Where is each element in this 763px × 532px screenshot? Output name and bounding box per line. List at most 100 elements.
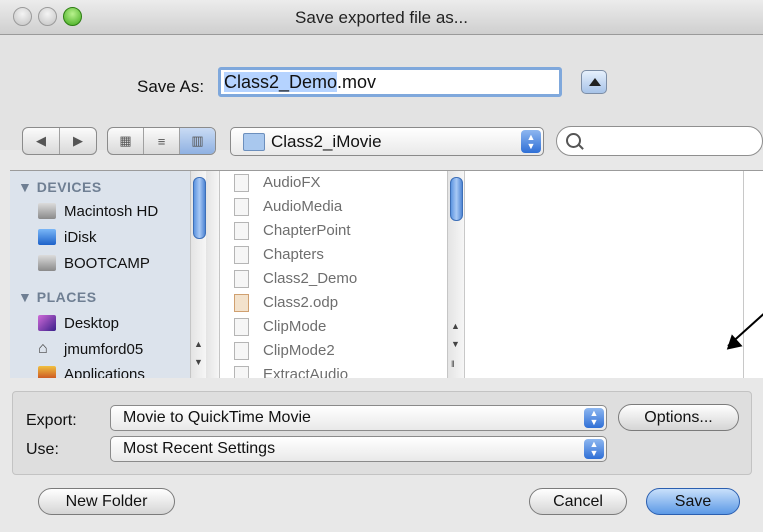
file-item[interactable]: ClipMode [234,315,326,338]
file-item[interactable]: Class2_Demo [234,267,357,290]
back-forward-control: ◀ ▶ [22,127,97,155]
imovie-project-icon [234,269,249,288]
view-mode-control: ▦ ≡ ▥ [107,127,216,155]
list-view-button[interactable]: ≡ [144,128,180,154]
export-format-value: Movie to QuickTime Movie [123,409,311,426]
document-icon [234,317,249,336]
columns-icon: ▥ [191,133,204,148]
sidebar-item-label: BOOTCAMP [64,254,150,272]
file-name: AudioMedia [263,198,343,215]
sidebar-item-label: iDisk [64,228,97,246]
resize-handle-icon[interactable]: ‖ [451,359,455,369]
file-name: ClipMode [263,318,327,335]
triangle-up-icon [589,78,601,86]
title-bar: Save exported file as... [0,0,763,35]
sidebar-item-label: Macintosh HD [64,202,159,220]
file-column-scrollbar[interactable] [206,171,220,378]
empty-column [465,171,744,378]
document-icon [234,365,249,378]
sidebar-item-applications[interactable]: Applications [38,363,145,378]
file-scrollbar[interactable]: ▲ ▼ ‖ [447,171,464,378]
scroll-down-arrow-icon[interactable]: ▼ [194,357,203,367]
scroll-up-arrow-icon[interactable]: ▲ [194,339,203,349]
document-icon [234,245,249,264]
search-icon [566,133,581,148]
document-icon [234,341,249,360]
file-name: ClipMode2 [263,342,335,359]
scroll-down-arrow-icon[interactable]: ▼ [451,339,460,349]
use-settings-popup[interactable]: Most Recent Settings ▲ ▼ [110,436,607,462]
sidebar: ▼ DEVICES Macintosh HD iDisk BOOTCAMP ▼ … [10,171,207,378]
file-item[interactable]: ChapterPoint [234,219,351,242]
file-item[interactable]: AudioMedia [234,195,342,218]
file-item[interactable]: ExtractAudio [234,363,348,378]
use-settings-value: Most Recent Settings [123,440,276,457]
filename-extension: .mov [337,72,377,92]
document-icon [234,221,249,240]
file-name: Chapters [263,246,324,263]
sidebar-item-label: Applications [64,365,145,379]
file-item[interactable]: Chapters [234,243,324,266]
icon-view-button[interactable]: ▦ [108,128,144,154]
sidebar-item-bootcamp[interactable]: BOOTCAMP [38,252,150,274]
forward-arrow-icon: ▶ [73,133,83,148]
file-browser: ▼ DEVICES Macintosh HD iDisk BOOTCAMP ▼ … [10,170,763,379]
search-input[interactable] [556,126,763,156]
file-scroll-thumb[interactable] [450,177,463,221]
desktop-icon [38,315,56,331]
file-item[interactable]: Class2.odp [234,291,338,314]
export-label: Export: [26,412,77,429]
save-as-label: Save As: [137,77,205,96]
export-options-area: Export: Movie to QuickTime Movie ▲ ▼ Opti… [0,378,763,532]
window-title: Save exported file as... [295,8,468,27]
odp-file-icon [234,293,249,312]
sidebar-scroll-thumb[interactable] [193,177,206,239]
document-icon [234,197,249,216]
file-item[interactable]: AudioFX [234,171,321,194]
file-name: ExtractAudio [263,366,349,378]
save-dialog: Save exported file as... Save As: Class2… [0,0,763,532]
file-name: AudioFX [263,174,321,191]
back-button[interactable]: ◀ [23,128,60,154]
home-icon: ⌂ [38,340,48,357]
location-popup[interactable]: Class2_iMovie ▲ ▼ [230,127,544,156]
applications-icon [38,366,56,378]
scroll-up-arrow-icon[interactable]: ▲ [451,321,460,331]
folder-icon [243,133,265,151]
sidebar-devices-header[interactable]: ▼ DEVICES [18,179,102,195]
filename-selected-text: Class2_Demo [224,72,338,92]
idisk-icon [38,229,56,245]
filename-input[interactable]: Class2_Demo.mov [218,67,562,97]
file-item[interactable]: ClipMode2 [234,339,335,362]
file-name: Class2_Demo [263,270,358,287]
hard-drive-icon [38,255,56,271]
cancel-button[interactable]: Cancel [529,488,627,515]
file-name: ChapterPoint [263,222,351,239]
use-label: Use: [26,441,59,458]
sidebar-places-header[interactable]: ▼ PLACES [18,289,97,305]
sidebar-scrollbar[interactable]: ▲ ▼ [190,171,206,378]
updown-arrows-icon: ▲ ▼ [521,130,541,153]
forward-button[interactable]: ▶ [60,128,96,154]
document-icon [234,173,249,192]
grid-icon: ▦ [119,133,132,148]
column-view-button[interactable]: ▥ [180,128,215,154]
save-button[interactable]: Save [646,488,740,515]
options-button[interactable]: Options... [618,404,739,431]
sidebar-item-label: Desktop [64,314,120,332]
collapse-browser-button[interactable] [581,70,607,94]
back-arrow-icon: ◀ [36,133,46,148]
list-icon: ≡ [157,133,166,149]
sidebar-item-label: jmumford05 [64,340,144,358]
export-format-popup[interactable]: Movie to QuickTime Movie ▲ ▼ [110,405,607,431]
file-name: Class2.odp [263,294,339,311]
updown-arrows-icon: ▲ ▼ [584,408,604,428]
sidebar-item-home[interactable]: ⌂ jmumford05 [38,338,143,360]
hard-drive-icon [38,203,56,219]
new-folder-button[interactable]: New Folder [38,488,175,515]
location-popup-label: Class2_iMovie [271,132,382,151]
sidebar-item-idisk[interactable]: iDisk [38,226,97,248]
sidebar-item-desktop[interactable]: Desktop [38,312,119,334]
updown-arrows-icon: ▲ ▼ [584,439,604,459]
sidebar-item-macintosh-hd[interactable]: Macintosh HD [38,200,158,222]
